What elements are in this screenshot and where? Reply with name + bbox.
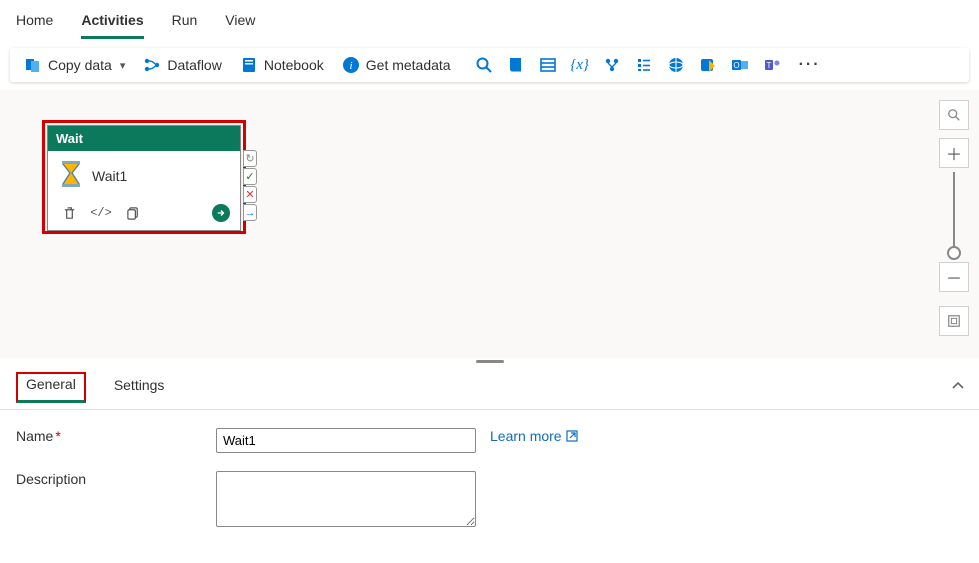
kql-icon[interactable]: [699, 56, 717, 74]
copy-data-label: Copy data: [48, 57, 112, 73]
reorder-handle-icon[interactable]: ↻: [243, 150, 257, 167]
description-label: Description: [16, 471, 216, 487]
copy-data-icon: [24, 56, 42, 74]
collapse-panel-icon[interactable]: [951, 379, 965, 396]
table-icon[interactable]: [539, 56, 557, 74]
top-nav: Home Activities Run View: [0, 0, 979, 40]
delete-icon[interactable]: [60, 204, 78, 222]
teams-icon[interactable]: T: [763, 56, 781, 74]
svg-text:T: T: [766, 61, 771, 70]
dataflow-icon: [143, 56, 161, 74]
name-input[interactable]: [216, 428, 476, 453]
zoom-controls: ＋ －: [939, 100, 969, 336]
selected-activity-highlight: Wait Wait1 </> ↻: [42, 120, 246, 234]
info-icon: i: [342, 56, 360, 74]
learn-more-link[interactable]: Learn more: [490, 428, 578, 444]
properties-tabs: General Settings: [0, 364, 979, 410]
globe-icon[interactable]: [667, 56, 685, 74]
pipeline-icon[interactable]: [603, 56, 621, 74]
svg-text:O: O: [733, 61, 739, 70]
wait-activity-card[interactable]: Wait Wait1 </> ↻: [47, 125, 241, 231]
description-input[interactable]: [216, 471, 476, 527]
search-icon[interactable]: [475, 56, 493, 74]
hourglass-icon: [60, 161, 82, 190]
dataflow-button[interactable]: Dataflow: [143, 56, 221, 74]
zoom-thumb[interactable]: [947, 246, 961, 260]
success-handle-icon[interactable]: ✓: [243, 168, 257, 185]
run-activity-icon[interactable]: [212, 204, 230, 222]
completion-handle-icon[interactable]: →: [243, 204, 257, 221]
fit-screen-button[interactable]: [939, 306, 969, 336]
copy-data-button[interactable]: Copy data ▾: [24, 56, 125, 74]
zoom-out-button[interactable]: －: [939, 262, 969, 292]
code-icon[interactable]: </>: [92, 204, 110, 222]
activity-type-header: Wait: [48, 126, 240, 151]
chevron-down-icon: ▾: [120, 59, 126, 72]
tab-general[interactable]: General: [16, 372, 86, 403]
general-form: Name* Learn more Description: [0, 410, 979, 563]
variable-icon[interactable]: {x}: [571, 56, 589, 74]
pipeline-canvas[interactable]: Wait Wait1 </> ↻: [0, 90, 979, 358]
name-label: Name*: [16, 428, 216, 444]
dataflow-label: Dataflow: [167, 57, 221, 73]
nav-home[interactable]: Home: [16, 6, 53, 39]
script-icon[interactable]: [507, 56, 525, 74]
clone-icon[interactable]: [124, 204, 142, 222]
canvas-search-icon[interactable]: [939, 100, 969, 130]
toolbar: Copy data ▾ Dataflow Notebook i Get meta…: [10, 48, 969, 82]
get-metadata-label: Get metadata: [366, 57, 451, 73]
tab-settings[interactable]: Settings: [108, 373, 171, 403]
notebook-label: Notebook: [264, 57, 324, 73]
list-icon[interactable]: [635, 56, 653, 74]
nav-activities[interactable]: Activities: [81, 6, 143, 39]
zoom-slider[interactable]: [953, 172, 955, 258]
failure-handle-icon[interactable]: ✕: [243, 186, 257, 203]
nav-view[interactable]: View: [225, 6, 255, 39]
get-metadata-button[interactable]: i Get metadata: [342, 56, 451, 74]
svg-text:i: i: [349, 60, 352, 72]
activity-instance-name: Wait1: [92, 168, 127, 184]
nav-run[interactable]: Run: [172, 6, 198, 39]
notebook-button[interactable]: Notebook: [240, 56, 324, 74]
more-icon[interactable]: ···: [799, 56, 821, 74]
notebook-icon: [240, 56, 258, 74]
outlook-icon[interactable]: O: [731, 56, 749, 74]
zoom-in-button[interactable]: ＋: [939, 138, 969, 168]
